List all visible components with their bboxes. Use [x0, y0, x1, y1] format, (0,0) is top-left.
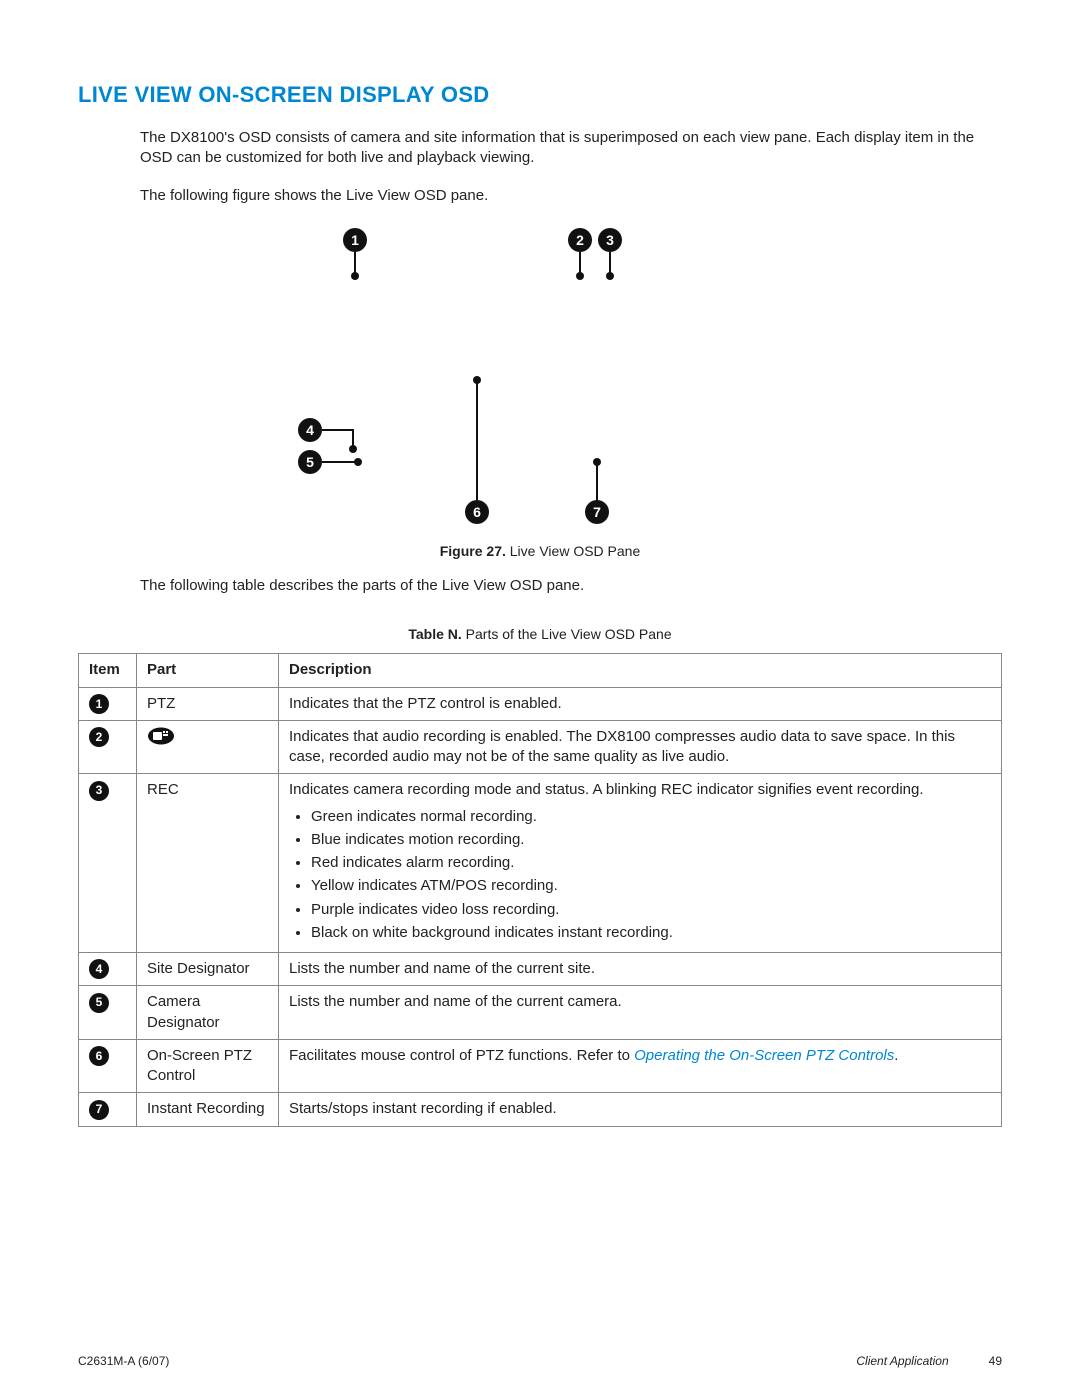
desc-cell: Starts/stops instant recording if enable…: [279, 1093, 1002, 1126]
table-lead: The following table describes the parts …: [140, 576, 1002, 596]
item-badge: 6: [89, 1046, 109, 1066]
pointer-dot: [576, 272, 584, 280]
intro-paragraph: The DX8100's OSD consists of camera and …: [140, 128, 1002, 169]
desc-cell: Indicates camera recording mode and stat…: [279, 774, 1002, 953]
pointer: [322, 429, 352, 431]
col-part: Part: [137, 654, 279, 687]
list-item: Green indicates normal recording.: [311, 807, 991, 827]
desc-cell: Indicates that the PTZ control is enable…: [279, 687, 1002, 720]
callout-5: 5: [298, 450, 322, 474]
callout-3: 3: [598, 228, 622, 252]
page-footer: C2631M-A (6/07) Client Application 49: [78, 1353, 1002, 1369]
table-row: 1 PTZ Indicates that the PTZ control is …: [79, 687, 1002, 720]
table-row: 2 Indicates that audio recording is enab…: [79, 720, 1002, 774]
part-cell: [137, 720, 279, 774]
callout-2: 2: [568, 228, 592, 252]
desc-prefix: Facilitates mouse control of PTZ functio…: [289, 1047, 634, 1064]
figure-live-view-osd: 1 2 3 4 5 6 7: [78, 218, 1002, 538]
desc-suffix: .: [894, 1047, 898, 1064]
callout-7: 7: [585, 500, 609, 524]
item-badge: 3: [89, 781, 109, 801]
list-item: Yellow indicates ATM/POS recording.: [311, 876, 991, 896]
footer-page-number: 49: [989, 1353, 1002, 1369]
desc-cell: Facilitates mouse control of PTZ functio…: [279, 1039, 1002, 1093]
table-caption-text: Parts of the Live View OSD Pane: [466, 626, 672, 642]
pointer: [476, 380, 478, 500]
desc-cell: Lists the number and name of the current…: [279, 986, 1002, 1040]
table-row: 3 REC Indicates camera recording mode an…: [79, 774, 1002, 953]
table-caption: Table N. Parts of the Live View OSD Pane: [78, 625, 1002, 644]
pointer: [354, 252, 356, 274]
desc-cell: Indicates that audio recording is enable…: [279, 720, 1002, 774]
footer-doc-id: C2631M-A (6/07): [78, 1353, 169, 1369]
table-caption-label: Table N.: [408, 626, 461, 642]
pointer-dot: [351, 272, 359, 280]
pointer: [596, 462, 598, 502]
item-badge: 7: [89, 1100, 109, 1120]
part-cell: PTZ: [137, 687, 279, 720]
pointer: [579, 252, 581, 274]
pointer-dot: [606, 272, 614, 280]
list-item: Red indicates alarm recording.: [311, 853, 991, 873]
table-row: 6 On-Screen PTZ Control Facilitates mous…: [79, 1039, 1002, 1093]
col-item: Item: [79, 654, 137, 687]
figure-caption: Figure 27. Live View OSD Pane: [78, 542, 1002, 561]
callout-4: 4: [298, 418, 322, 442]
rec-color-list: Green indicates normal recording. Blue i…: [289, 807, 991, 944]
audio-recording-icon: [147, 727, 268, 745]
table-row: 4 Site Designator Lists the number and n…: [79, 953, 1002, 986]
item-badge: 1: [89, 694, 109, 714]
desc-text: Indicates camera recording mode and stat…: [289, 781, 924, 798]
item-badge: 2: [89, 727, 109, 747]
desc-cell: Lists the number and name of the current…: [279, 953, 1002, 986]
item-badge: 5: [89, 993, 109, 1013]
figure-caption-label: Figure 27.: [440, 543, 506, 559]
section-title: LIVE VIEW ON-SCREEN DISPLAY OSD: [78, 80, 1002, 110]
part-cell: Site Designator: [137, 953, 279, 986]
ptz-controls-link[interactable]: Operating the On-Screen PTZ Controls: [634, 1047, 894, 1064]
figure-lead: The following figure shows the Live View…: [140, 186, 1002, 206]
pointer: [609, 252, 611, 274]
part-cell: Camera Designator: [137, 986, 279, 1040]
part-cell: REC: [137, 774, 279, 953]
list-item: Black on white background indicates inst…: [311, 923, 991, 943]
callout-6: 6: [465, 500, 489, 524]
part-cell: Instant Recording: [137, 1093, 279, 1126]
table-row: 5 Camera Designator Lists the number and…: [79, 986, 1002, 1040]
callout-1: 1: [343, 228, 367, 252]
item-badge: 4: [89, 959, 109, 979]
footer-app-name: Client Application: [856, 1353, 948, 1369]
osd-parts-table: Item Part Description 1 PTZ Indicates th…: [78, 653, 1002, 1126]
table-row: 7 Instant Recording Starts/stops instant…: [79, 1093, 1002, 1126]
pointer: [322, 461, 356, 463]
figure-caption-text: Live View OSD Pane: [510, 543, 640, 559]
list-item: Purple indicates video loss recording.: [311, 900, 991, 920]
part-cell: On-Screen PTZ Control: [137, 1039, 279, 1093]
pointer-dot: [354, 458, 362, 466]
col-desc: Description: [279, 654, 1002, 687]
pointer-dot: [349, 445, 357, 453]
list-item: Blue indicates motion recording.: [311, 830, 991, 850]
